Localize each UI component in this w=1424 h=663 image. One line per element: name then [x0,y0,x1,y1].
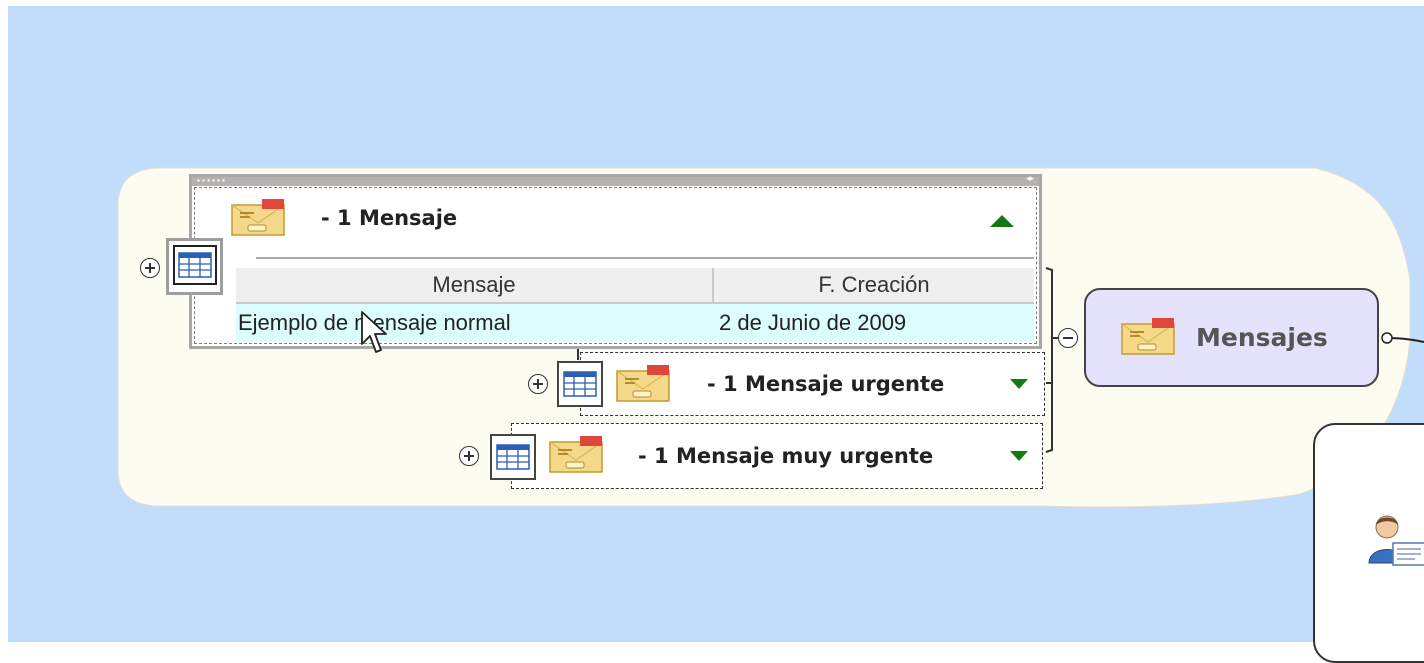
envelope-icon [231,199,285,236]
resize-arrows-icon[interactable]: ◂▸ [1026,174,1034,184]
topic-mensaje-muy-urgente[interactable]: - 1 Mensaje muy urgente [511,423,1043,489]
table-row[interactable]: Ejemplo de mensaje normal 2 de Junio de … [236,303,1034,341]
collapse-arrow-icon[interactable] [990,215,1014,227]
main-node-connector-dot [1381,332,1393,344]
column-header-mensaje[interactable]: Mensaje [236,268,714,304]
column-header-fecha-creacion[interactable]: F. Creación [713,268,1034,304]
table-view-button[interactable] [490,434,536,480]
expand-plus-icon[interactable] [140,258,160,278]
cell-mensaje[interactable]: Ejemplo de mensaje normal [236,303,713,341]
expand-plus-icon[interactable] [459,446,479,466]
topic-title: - 1 Mensaje muy urgente [638,444,934,468]
table-view-button[interactable] [166,238,223,295]
main-node-mensajes[interactable]: Mensajes [1084,288,1379,387]
expand-arrow-icon[interactable] [1010,451,1028,461]
table-icon [173,245,217,285]
table-icon [563,371,597,397]
topic-title: - 1 Mensaje urgente [707,372,945,396]
table-view-button[interactable] [557,361,603,407]
table-icon [496,444,530,470]
topic-drag-handle[interactable]: ◂▸ [192,174,1039,186]
title-separator [256,257,1034,259]
collapse-minus-icon[interactable] [1058,328,1078,348]
main-node-label: Mensajes [1196,323,1328,352]
envelope-icon [1121,318,1175,355]
user-card-icon [1368,515,1424,566]
envelope-icon [616,365,670,402]
topic-mensaje[interactable]: ◂▸ - 1 Mensaje Mensaje F. Creación Ejemp… [189,174,1042,349]
user-node[interactable] [1313,423,1424,663]
messages-table: Mensaje F. Creación Ejemplo de mensaje n… [236,268,1034,341]
topic-mensaje-urgente[interactable]: - 1 Mensaje urgente [580,352,1045,416]
expand-arrow-icon[interactable] [1010,379,1028,389]
grip-dots-icon [196,178,226,183]
mouse-cursor-icon [361,311,387,353]
topic-title: - 1 Mensaje [321,206,458,230]
cell-fecha-creacion[interactable]: 2 de Junio de 2009 [713,303,1034,341]
expand-plus-icon[interactable] [528,374,548,394]
envelope-icon [549,436,603,473]
